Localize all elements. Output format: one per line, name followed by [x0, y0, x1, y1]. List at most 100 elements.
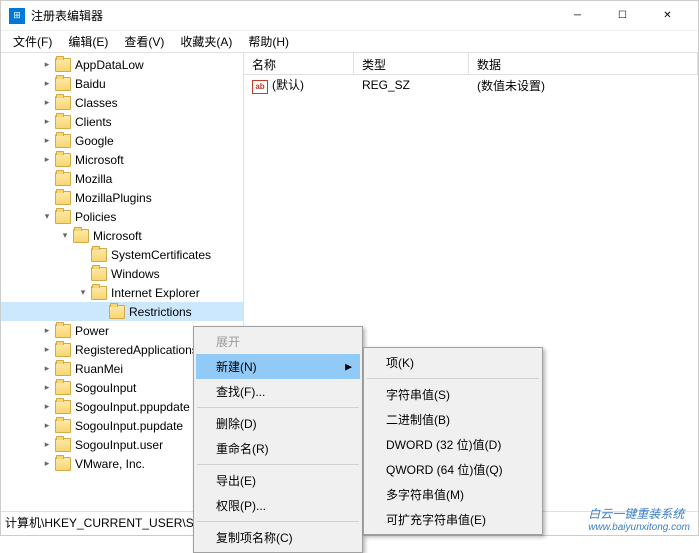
- separator: [367, 378, 539, 379]
- folder-icon: [55, 77, 71, 91]
- expander-icon[interactable]: [41, 211, 53, 223]
- expander-icon[interactable]: [41, 458, 53, 470]
- tree-label: VMware, Inc.: [75, 457, 145, 471]
- close-button[interactable]: ✕: [645, 1, 690, 30]
- folder-icon: [73, 229, 89, 243]
- tree-label: RuanMei: [75, 362, 123, 376]
- folder-icon: [55, 419, 71, 433]
- folder-icon: [91, 286, 107, 300]
- tree-label: Classes: [75, 96, 118, 110]
- ctx-new-dword[interactable]: DWORD (32 位)值(D): [366, 432, 540, 457]
- ctx-new-label: 新建(N): [216, 360, 257, 374]
- tree-label: AppDataLow: [75, 58, 144, 72]
- tree-item[interactable]: Windows: [1, 264, 243, 283]
- ctx-new[interactable]: 新建(N) ▶: [196, 354, 360, 379]
- ctx-rename[interactable]: 重命名(R): [196, 436, 360, 461]
- folder-icon: [91, 248, 107, 262]
- expander-icon[interactable]: [59, 230, 71, 242]
- tree-label: Mozilla: [75, 172, 112, 186]
- maximize-button[interactable]: ☐: [600, 1, 645, 30]
- cell-type: REG_SZ: [354, 78, 469, 92]
- ctx-delete[interactable]: 删除(D): [196, 411, 360, 436]
- expander-icon[interactable]: [41, 154, 53, 166]
- tree-label: Power: [75, 324, 109, 338]
- cell-name: ab(默认): [244, 76, 354, 94]
- folder-icon: [55, 96, 71, 110]
- expander-icon[interactable]: [41, 420, 53, 432]
- ctx-new-qword[interactable]: QWORD (64 位)值(Q): [366, 457, 540, 482]
- folder-icon: [55, 343, 71, 357]
- ctx-export[interactable]: 导出(E): [196, 468, 360, 493]
- tree-label: Baidu: [75, 77, 106, 91]
- submenu-arrow-icon: ▶: [345, 361, 352, 372]
- col-name[interactable]: 名称: [244, 53, 354, 74]
- tree-item[interactable]: Restrictions: [1, 302, 243, 321]
- separator: [197, 521, 359, 522]
- cell-data: (数值未设置): [469, 77, 698, 94]
- tree-item[interactable]: Google: [1, 131, 243, 150]
- menu-favorites[interactable]: 收藏夹(A): [172, 31, 240, 52]
- menu-help[interactable]: 帮助(H): [240, 31, 297, 52]
- ctx-new-key[interactable]: 项(K): [366, 350, 540, 375]
- tree-item[interactable]: Baidu: [1, 74, 243, 93]
- ctx-new-multistring[interactable]: 多字符串值(M): [366, 482, 540, 507]
- tree-item[interactable]: Clients: [1, 112, 243, 131]
- tree-item[interactable]: AppDataLow: [1, 55, 243, 74]
- folder-icon: [55, 153, 71, 167]
- expander-icon[interactable]: [41, 59, 53, 71]
- expander-icon[interactable]: [41, 401, 53, 413]
- tree-item[interactable]: Mozilla: [1, 169, 243, 188]
- folder-icon: [55, 438, 71, 452]
- expander-icon[interactable]: [41, 439, 53, 451]
- menu-view[interactable]: 查看(V): [116, 31, 172, 52]
- folder-icon: [55, 191, 71, 205]
- expander-icon[interactable]: [77, 287, 89, 299]
- folder-icon: [55, 324, 71, 338]
- tree-label: SogouInput: [75, 381, 136, 395]
- folder-icon: [55, 134, 71, 148]
- expander-icon[interactable]: [41, 135, 53, 147]
- list-body: ab(默认)REG_SZ(数值未设置): [244, 75, 698, 95]
- folder-icon: [109, 305, 125, 319]
- tree-label: MozillaPlugins: [75, 191, 152, 205]
- separator: [197, 464, 359, 465]
- ctx-find[interactable]: 查找(F)...: [196, 379, 360, 404]
- ctx-expand: 展开: [196, 329, 360, 354]
- ctx-new-string[interactable]: 字符串值(S): [366, 382, 540, 407]
- ctx-permissions[interactable]: 权限(P)...: [196, 493, 360, 518]
- ctx-copyname[interactable]: 复制项名称(C): [196, 525, 360, 550]
- watermark: 白云一键重装系统 www.baiyunxitong.com: [588, 505, 690, 533]
- tree-item[interactable]: Microsoft: [1, 226, 243, 245]
- expander-icon[interactable]: [41, 97, 53, 109]
- list-header: 名称 类型 数据: [244, 53, 698, 75]
- ctx-new-expstring[interactable]: 可扩充字符串值(E): [366, 507, 540, 532]
- folder-icon: [91, 267, 107, 281]
- tree-item[interactable]: Microsoft: [1, 150, 243, 169]
- window-title: 注册表编辑器: [31, 7, 103, 24]
- expander-icon[interactable]: [41, 363, 53, 375]
- tree-item[interactable]: Internet Explorer: [1, 283, 243, 302]
- tree-item[interactable]: SystemCertificates: [1, 245, 243, 264]
- string-value-icon: ab: [252, 80, 268, 94]
- expander-icon[interactable]: [41, 78, 53, 90]
- ctx-new-binary[interactable]: 二进制值(B): [366, 407, 540, 432]
- minimize-button[interactable]: ─: [555, 1, 600, 30]
- titlebar: ⊞ 注册表编辑器 ─ ☐ ✕: [1, 1, 698, 31]
- col-type[interactable]: 类型: [354, 53, 469, 74]
- tree-item[interactable]: Classes: [1, 93, 243, 112]
- list-row[interactable]: ab(默认)REG_SZ(数值未设置): [244, 75, 698, 95]
- expander-icon[interactable]: [41, 344, 53, 356]
- col-data[interactable]: 数据: [469, 53, 698, 74]
- menu-edit[interactable]: 编辑(E): [60, 31, 116, 52]
- menu-file[interactable]: 文件(F): [5, 31, 60, 52]
- tree-item[interactable]: MozillaPlugins: [1, 188, 243, 207]
- watermark-text: 白云一键重装系统: [588, 507, 684, 521]
- tree-label: Policies: [75, 210, 116, 224]
- expander-icon[interactable]: [41, 116, 53, 128]
- window-controls: ─ ☐ ✕: [555, 1, 690, 30]
- tree-label: SogouInput.pupdate: [75, 419, 183, 433]
- expander-icon[interactable]: [41, 382, 53, 394]
- expander-icon[interactable]: [41, 325, 53, 337]
- tree-label: Microsoft: [93, 229, 142, 243]
- tree-item[interactable]: Policies: [1, 207, 243, 226]
